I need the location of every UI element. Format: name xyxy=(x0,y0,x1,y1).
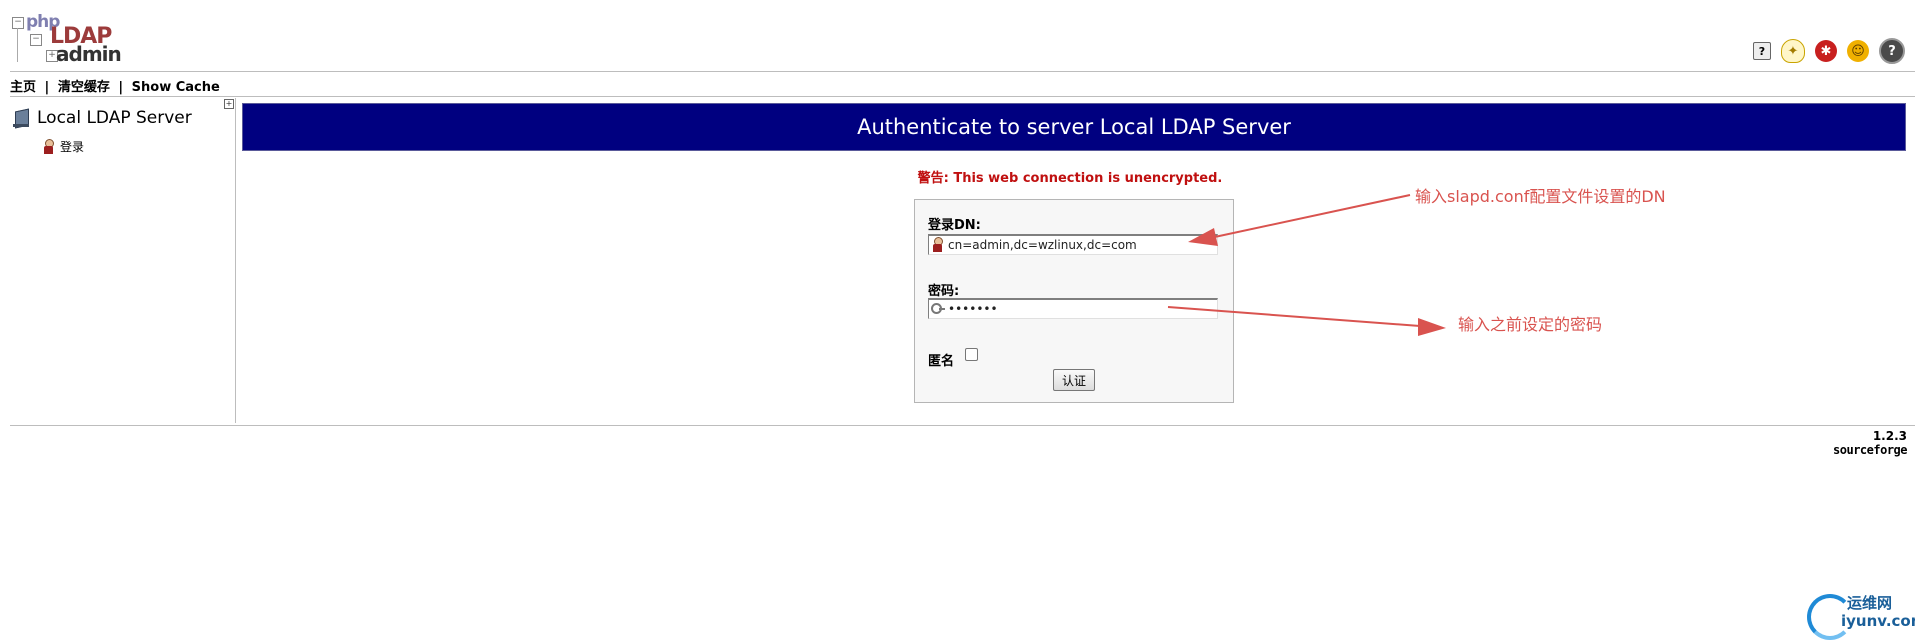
server-tree-panel: + Local LDAP Server 登录 xyxy=(10,98,236,423)
key-icon xyxy=(931,301,945,317)
security-warning: 警告: This web connection is unencrypted. xyxy=(917,171,1223,186)
tree-login-label: 登录 xyxy=(60,140,85,154)
arrow-head-password xyxy=(1418,318,1446,336)
authenticate-button[interactable]: 认证 xyxy=(1053,369,1096,391)
help-small-icon[interactable]: ? xyxy=(1753,42,1771,60)
login-dn-label: 登录DN: xyxy=(928,218,981,233)
phpldapadmin-logo[interactable]: − − + php LDAP admin xyxy=(12,12,124,66)
anonymous-label: 匿名 xyxy=(928,354,955,369)
lightbulb-icon[interactable]: ✦ xyxy=(1781,39,1805,63)
user-icon xyxy=(931,237,945,253)
header-divider xyxy=(10,71,1915,72)
tree-minus-icon: − xyxy=(30,34,42,46)
nav-separator: | xyxy=(44,80,50,95)
logo-admin: admin xyxy=(56,42,122,66)
site-watermark: 运维网 iyunv.com xyxy=(1807,592,1915,640)
watermark-en: iyunv.com xyxy=(1841,612,1915,630)
version-label: 1.2.3 xyxy=(1872,429,1907,443)
login-dn-value: cn=admin,dc=wzlinux,dc=com xyxy=(948,238,1137,252)
nav-show-cache-link[interactable]: Show Cache xyxy=(132,80,220,95)
login-dn-field[interactable]: cn=admin,dc=wzlinux,dc=com xyxy=(928,234,1218,255)
anonymous-checkbox[interactable] xyxy=(965,348,978,361)
nav-separator: | xyxy=(118,80,124,95)
annotation-password: 输入之前设定的密码 xyxy=(1458,315,1603,334)
annotation-dn: 输入slapd.conf配置文件设置的DN xyxy=(1415,187,1666,206)
footer-divider xyxy=(10,425,1915,426)
sourceforge-logo[interactable]: sourceforge xyxy=(1833,443,1907,457)
expand-icon[interactable]: + xyxy=(224,99,234,109)
header-icon-bar: ? ✦ ✱ ☺ ? xyxy=(1753,38,1905,64)
password-value: ••••••• xyxy=(948,302,998,316)
nav-home-link[interactable]: 主页 xyxy=(10,80,36,95)
tree-line xyxy=(17,28,18,62)
login-form: 登录DN: cn=admin,dc=wzlinux,dc=com 密码: •••… xyxy=(914,199,1234,403)
user-icon xyxy=(42,138,54,155)
smiley-icon[interactable]: ☺ xyxy=(1847,40,1869,62)
arrow-line-dn xyxy=(1209,194,1411,239)
server-icon xyxy=(13,108,31,129)
server-name: Local LDAP Server xyxy=(37,108,192,128)
tree-login-item[interactable]: 登录 xyxy=(42,138,84,155)
top-nav: 主页 | 清空缓存 | Show Cache xyxy=(10,76,220,95)
page-title: Authenticate to server Local LDAP Server xyxy=(242,103,1906,151)
bug-icon[interactable]: ✱ xyxy=(1815,40,1837,62)
password-label: 密码: xyxy=(928,284,960,299)
password-field[interactable]: ••••••• xyxy=(928,298,1218,319)
nav-divider xyxy=(10,96,1915,97)
help-icon[interactable]: ? xyxy=(1879,38,1905,64)
tree-minus-icon: − xyxy=(12,17,24,29)
nav-clear-cache-link[interactable]: 清空缓存 xyxy=(58,80,110,95)
watermark-cn: 运维网 xyxy=(1847,594,1893,612)
tree-server-item[interactable]: Local LDAP Server xyxy=(13,108,192,129)
